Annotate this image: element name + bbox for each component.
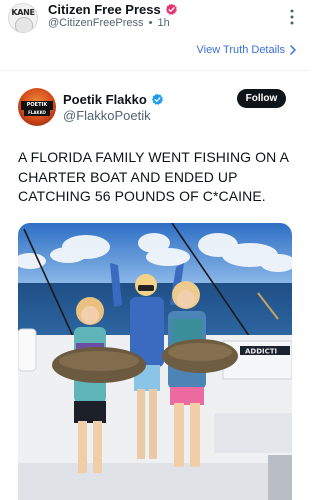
view-truth-details-link[interactable]: View Truth Details bbox=[197, 44, 296, 56]
avatar-text-top: POETIK bbox=[21, 101, 53, 110]
post-author-name[interactable]: Citizen Free Press bbox=[48, 2, 161, 17]
view-details-label: View Truth Details bbox=[196, 44, 285, 56]
post-photo[interactable]: ADDICTI bbox=[18, 223, 292, 500]
post-meta: @CitizenFreePress • 1h bbox=[48, 17, 170, 29]
fishing-photo-image: ADDICTI bbox=[18, 223, 292, 500]
avatar-text-bottom: FLAKKO bbox=[24, 110, 50, 116]
quoted-author-name[interactable]: Poetik Flakko bbox=[63, 92, 147, 107]
quoted-author-handle[interactable]: @FlakkoPoetik bbox=[63, 108, 151, 123]
post-handle[interactable]: @CitizenFreePress bbox=[48, 17, 144, 29]
post-header: KANE Citizen Free Press @CitizenFreePres… bbox=[0, 0, 310, 34]
more-vertical-icon[interactable] bbox=[288, 8, 296, 26]
post-time[interactable]: 1h bbox=[158, 17, 170, 29]
quoted-author-row: Poetik Flakko bbox=[63, 91, 164, 107]
meta-separator: • bbox=[148, 17, 153, 29]
avatar-label: KANE bbox=[11, 8, 35, 17]
follow-button[interactable]: Follow bbox=[237, 89, 286, 108]
chevron-right-icon bbox=[290, 45, 296, 55]
avatar-face bbox=[15, 17, 33, 32]
avatar[interactable]: KANE bbox=[8, 3, 38, 33]
verified-badge-icon bbox=[151, 93, 163, 105]
quoted-post-text: A FLORIDA FAMILY WENT FISHING ON A CHART… bbox=[18, 149, 289, 204]
boat-name-text: ADDICTI bbox=[245, 348, 277, 356]
verified-badge-icon bbox=[165, 3, 177, 15]
quoted-post-card[interactable]: POETIK FLAKKO Poetik Flakko @FlakkoPoeti… bbox=[0, 70, 310, 500]
quoted-author-avatar[interactable]: POETIK FLAKKO bbox=[18, 88, 56, 126]
post-author-row: Citizen Free Press bbox=[48, 1, 178, 17]
